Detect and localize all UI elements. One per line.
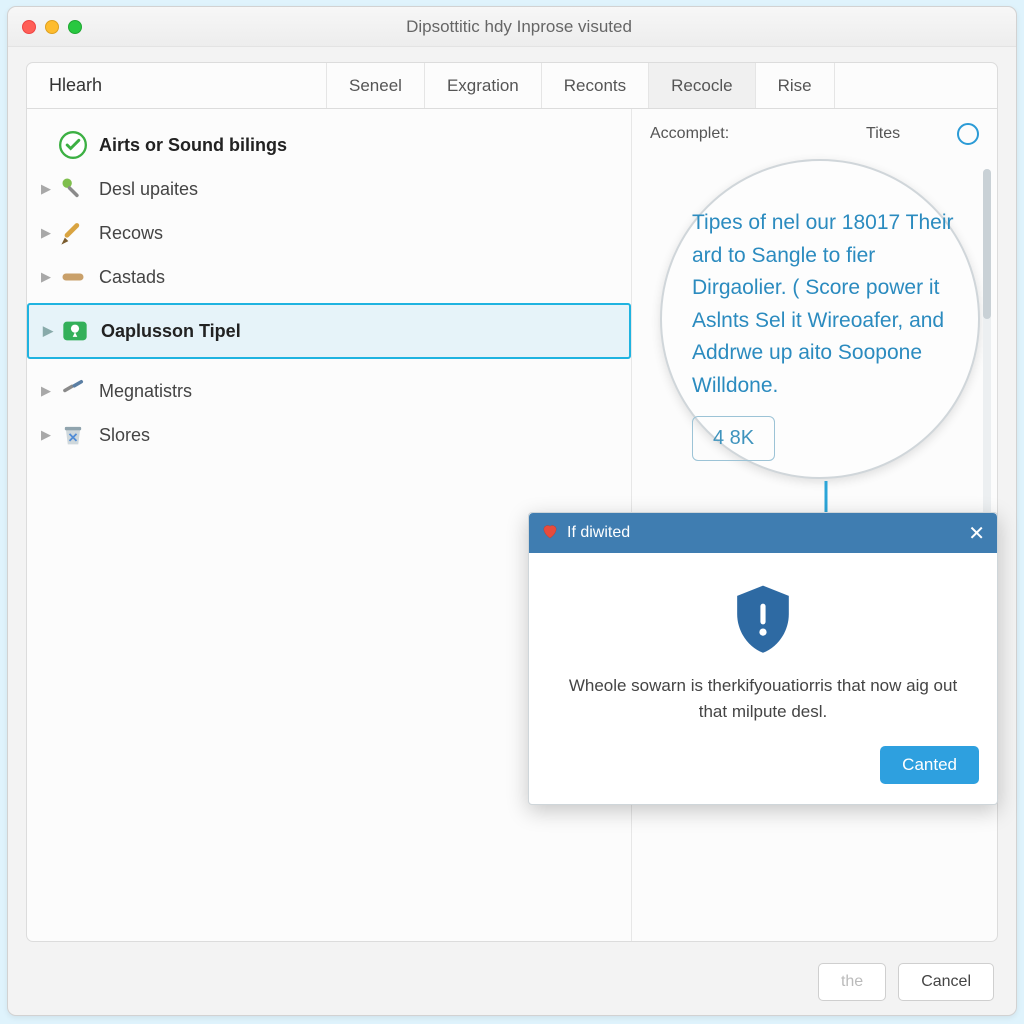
dialog-title: If diwited — [567, 524, 630, 542]
chevron-right-icon: ▶ — [41, 225, 53, 241]
tree-item-slores[interactable]: ▶ Slores — [27, 413, 631, 457]
alert-dialog: If diwited ✕ Wheole sowarn is therkifyou… — [528, 512, 998, 805]
chevron-right-icon: ▶ — [43, 323, 55, 339]
tab-seneel[interactable]: Seneel — [327, 63, 425, 108]
magnifier-callout: Tipes of nel our 18017 Their ard to Sang… — [660, 159, 980, 479]
window-controls — [22, 20, 82, 34]
minimize-window-icon[interactable] — [45, 20, 59, 34]
tree-item-oaplusson[interactable]: ▶ Oaplusson Tipel — [27, 303, 631, 359]
main-panel: Hlearh Seneel Exgration Reconts Recocle … — [26, 62, 998, 942]
tree-item-megnatistrs[interactable]: ▶ Megnatistrs — [27, 369, 631, 413]
tag-icon — [59, 263, 87, 291]
ok-button[interactable]: the — [818, 963, 886, 1001]
window-title: Dipsottitic hdy Inprose visuted — [82, 17, 956, 37]
close-window-icon[interactable] — [22, 20, 36, 34]
detail-header: Accomplet: Tites — [632, 109, 997, 149]
dialog-footer: Canted — [529, 742, 997, 804]
close-icon[interactable]: ✕ — [968, 521, 985, 546]
tree-item-desl[interactable]: ▶ Desl upaites — [27, 167, 631, 211]
chevron-right-icon: ▶ — [41, 181, 53, 197]
tab-recocle[interactable]: Recocle — [649, 63, 755, 108]
detail-heading-left: Accomplet: — [650, 125, 729, 143]
pencil-icon — [59, 219, 87, 247]
wand-icon — [59, 175, 87, 203]
recycle-bin-icon — [59, 421, 87, 449]
dialog-titlebar: If diwited ✕ — [529, 513, 997, 553]
scrollbar[interactable] — [983, 169, 991, 529]
tree-item-castads[interactable]: ▶ Castads — [27, 255, 631, 299]
dialog-confirm-button[interactable]: Canted — [880, 746, 979, 784]
dialog-body: Wheole sowarn is therkifyouatiorris that… — [529, 553, 997, 742]
tree-item-label: Recows — [99, 223, 163, 244]
location-badge-icon — [61, 317, 89, 345]
tab-hlearh[interactable]: Hlearh — [27, 63, 327, 108]
status-ring-icon[interactable] — [957, 123, 979, 145]
tab-bar: Hlearh Seneel Exgration Reconts Recocle … — [27, 63, 997, 109]
chevron-right-icon: ▶ — [41, 269, 53, 285]
tree-item-label: Desl upaites — [99, 179, 198, 200]
tree-item-label: Slores — [99, 425, 150, 446]
tree-header-label: Airts or Sound bilings — [99, 135, 287, 156]
tree-item-label: Castads — [99, 267, 165, 288]
magnifier-text: Tipes of nel our 18017 Their ard to Sang… — [692, 207, 956, 402]
app-window: Dipsottitic hdy Inprose visuted Hlearh S… — [7, 6, 1017, 1016]
tab-reconts[interactable]: Reconts — [542, 63, 649, 108]
screwdriver-icon — [59, 377, 87, 405]
check-circle-icon — [59, 131, 87, 159]
tab-exgration[interactable]: Exgration — [425, 63, 542, 108]
tree-item-recows[interactable]: ▶ Recows — [27, 211, 631, 255]
zoom-window-icon[interactable] — [68, 20, 82, 34]
window-footer: the Cancel — [818, 963, 994, 1001]
cancel-button[interactable]: Cancel — [898, 963, 994, 1001]
magnifier-chip[interactable]: 4 8K — [692, 416, 775, 461]
tree-item-label: Oaplusson Tipel — [101, 321, 241, 342]
shield-warning-icon — [732, 583, 794, 653]
tree-header[interactable]: Airts or Sound bilings — [27, 123, 631, 167]
dialog-message: Wheole sowarn is therkifyouatiorris that… — [555, 673, 971, 724]
heart-icon — [541, 522, 559, 545]
chevron-right-icon: ▶ — [41, 383, 53, 399]
titlebar: Dipsottitic hdy Inprose visuted — [8, 7, 1016, 47]
tree-item-label: Megnatistrs — [99, 381, 192, 402]
chevron-right-icon: ▶ — [41, 427, 53, 443]
scrollbar-thumb[interactable] — [983, 169, 991, 319]
detail-heading-right: Tites — [866, 125, 900, 143]
tab-rise[interactable]: Rise — [756, 63, 835, 108]
